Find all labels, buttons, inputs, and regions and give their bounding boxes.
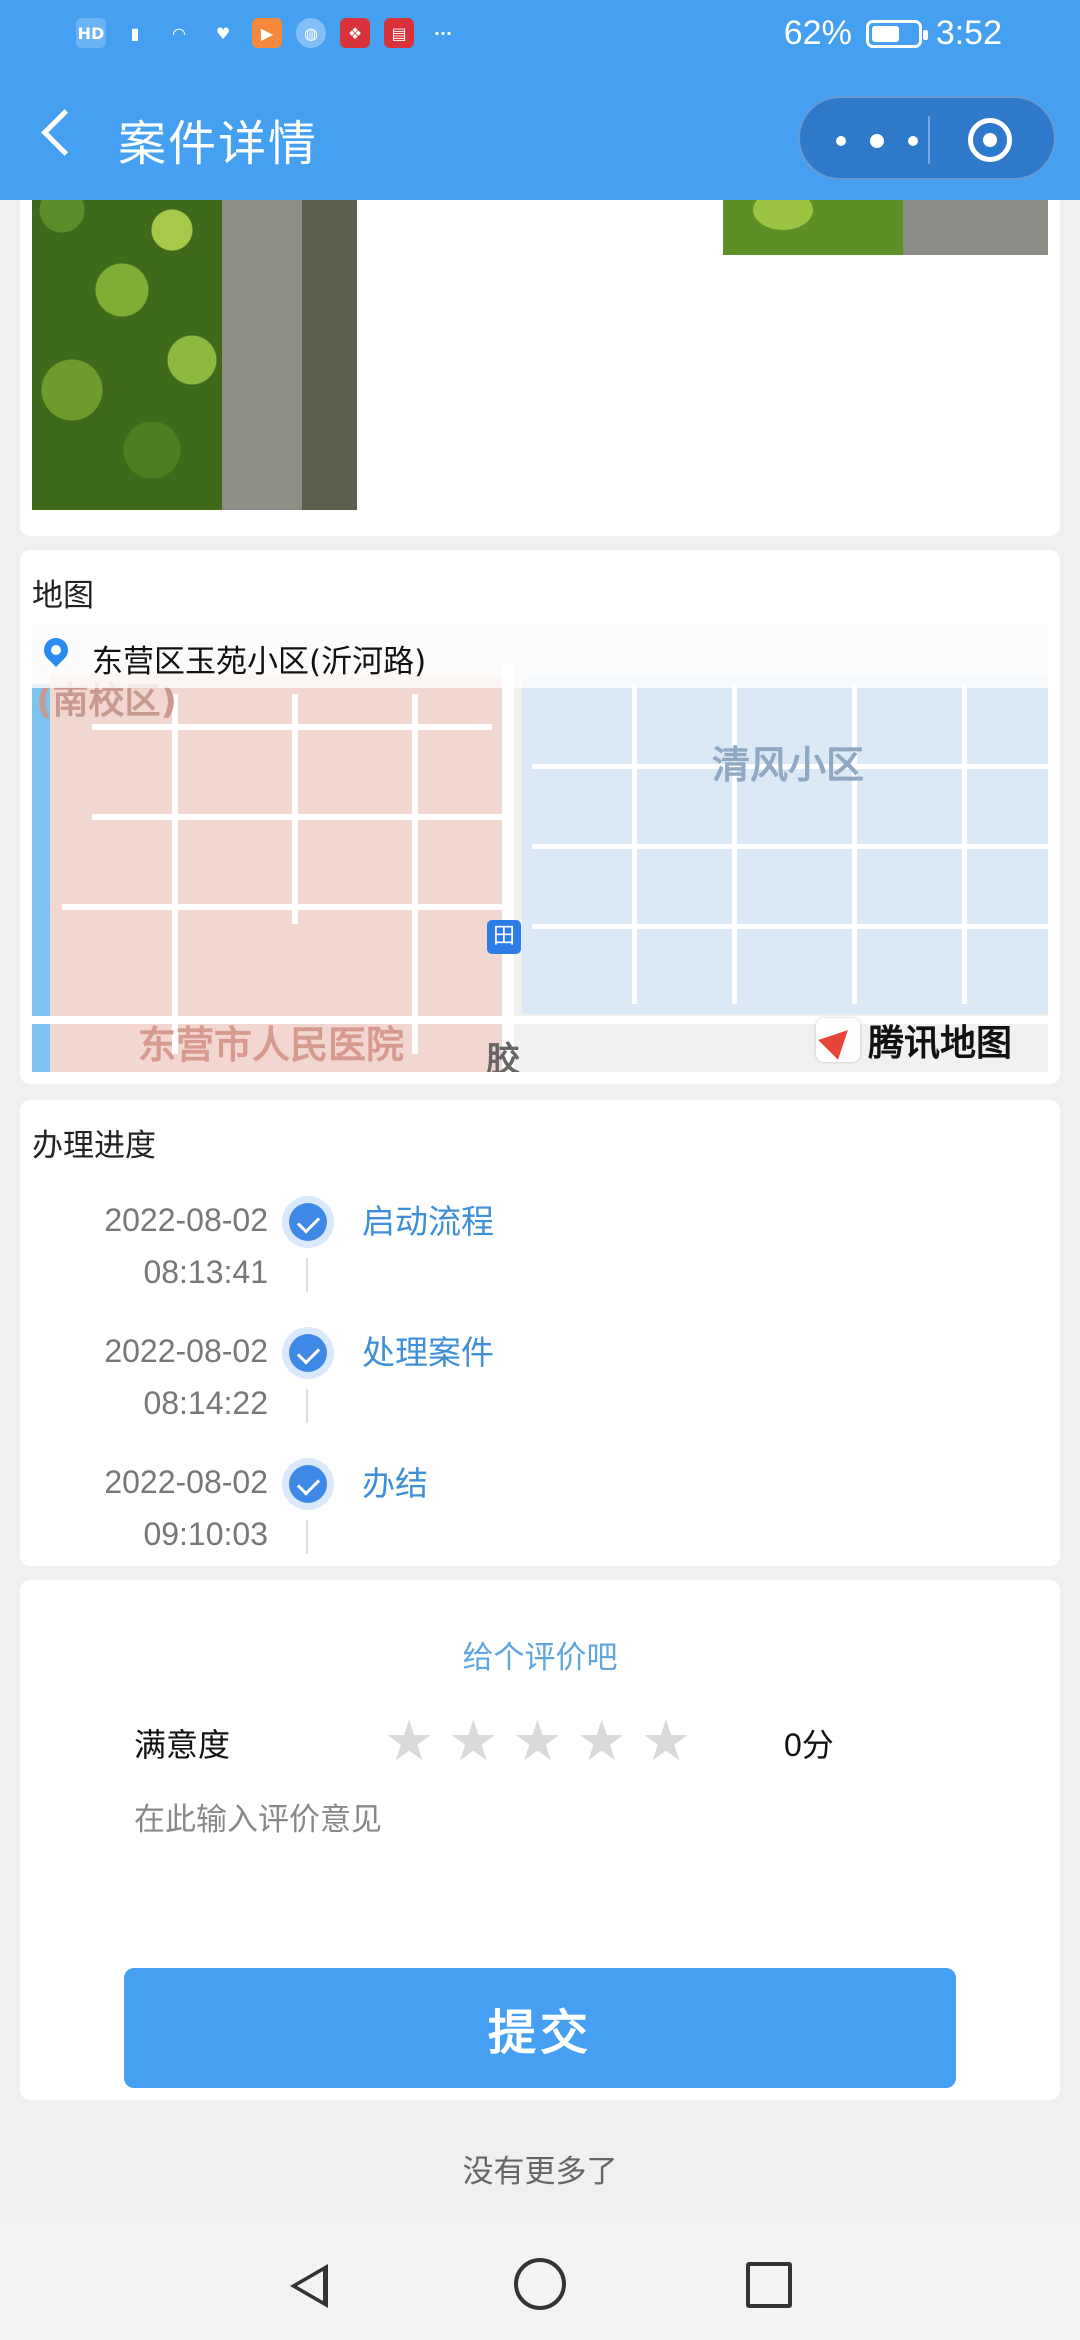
check-circle-icon	[282, 1196, 334, 1248]
globe-app-icon: ◍	[296, 18, 326, 48]
book-app-icon: ▤	[384, 18, 414, 48]
heart-icon: ♥	[215, 23, 231, 43]
timeline-connector	[306, 1520, 308, 1554]
check-circle-icon	[282, 1327, 334, 1379]
rating-title: 给个评价吧	[462, 1640, 618, 1676]
star-icon[interactable]: ★	[641, 1712, 691, 1772]
step-time: 08:13:41	[143, 1254, 268, 1290]
step-datetime: 2022-08-02 08:13:41	[44, 1194, 268, 1298]
photo-card	[20, 170, 1060, 536]
system-back-icon[interactable]	[284, 2258, 336, 2310]
map-provider-logo: 腾讯地图	[816, 1014, 1012, 1066]
hd-icon: HD	[76, 18, 106, 48]
clock: 3:52	[935, 14, 1002, 52]
wifi-icon: ◠	[172, 23, 186, 43]
map-label-road: 胶	[486, 1040, 520, 1072]
timeline-step: 2022-08-02 08:13:41 启动流程	[20, 1194, 1060, 1325]
map-address: 东营区玉苑小区(沂河路)	[92, 644, 427, 680]
target-circle-icon[interactable]	[968, 118, 1012, 162]
step-date: 2022-08-02	[104, 1464, 268, 1500]
case-photo-1[interactable]	[32, 170, 357, 510]
no-more-text: 没有更多了	[462, 2154, 618, 2190]
location-pin-icon	[42, 638, 70, 674]
step-date: 2022-08-02	[104, 1202, 268, 1238]
star-icon[interactable]: ★	[448, 1712, 498, 1772]
gift-app-icon: ❖	[340, 18, 370, 48]
system-recents-icon[interactable]	[746, 2262, 792, 2308]
signal-4g-icon: ▮	[130, 23, 140, 43]
rating-score: 0分	[784, 1727, 834, 1763]
comment-input[interactable]	[134, 1794, 954, 1904]
status-icons: HD ▮ ◠ ♥ ▶ ◍ ❖ ▤ ···	[76, 18, 458, 48]
satisfaction-row: 满意度 ★ ★ ★ ★ ★ 0分	[134, 1712, 954, 1772]
step-name: 处理案件	[362, 1333, 494, 1372]
step-datetime: 2022-08-02 08:14:22	[44, 1325, 268, 1429]
nav-bar: 案件详情	[0, 72, 1080, 200]
chevron-left-icon[interactable]	[30, 102, 90, 162]
step-name: 启动流程	[362, 1202, 494, 1241]
more-dots-icon: ···	[433, 23, 453, 43]
battery-percent: 62%	[783, 14, 852, 52]
map-river	[32, 684, 50, 1072]
more-dots-icon[interactable]	[836, 120, 922, 160]
app-header: HD ▮ ◠ ♥ ▶ ◍ ❖ ▤ ··· 62% 3:52 案件详情	[0, 0, 1080, 200]
battery-icon	[865, 19, 928, 48]
progress-timeline: 2022-08-02 08:13:41 启动流程 2022-08-02 08:1…	[20, 1194, 1060, 1587]
timeline-step: 2022-08-02 09:10:03 办结	[20, 1456, 1060, 1587]
map-provider-name: 腾讯地图	[868, 1023, 1013, 1064]
mini-program-capsule	[798, 96, 1056, 180]
bus-stop-icon: 田	[487, 920, 521, 954]
star-rating: ★ ★ ★ ★ ★	[384, 1712, 691, 1772]
step-time: 08:14:22	[143, 1385, 268, 1421]
rating-card: 给个评价吧 满意度 ★ ★ ★ ★ ★ 0分 提交	[20, 1580, 1060, 2100]
map-hospital-area	[50, 674, 510, 1072]
map-card: 地图 (南校区) 清风小区 东营市人民医院 胶 田 东营区玉苑小区(沂河路) 腾…	[20, 550, 1060, 1084]
system-nav-bar	[0, 2224, 1080, 2340]
step-name: 办结	[362, 1464, 428, 1503]
timeline-step: 2022-08-02 08:14:22 处理案件	[20, 1325, 1060, 1456]
step-time: 09:10:03	[143, 1516, 268, 1552]
step-date: 2022-08-02	[104, 1333, 268, 1369]
map-label-hospital: 东营市人民医院	[138, 1023, 405, 1067]
star-icon[interactable]: ★	[577, 1712, 627, 1772]
status-bar: HD ▮ ◠ ♥ ▶ ◍ ❖ ▤ ··· 62% 3:52	[0, 0, 1080, 72]
star-icon[interactable]: ★	[512, 1712, 562, 1772]
play-app-icon: ▶	[252, 18, 282, 48]
satisfaction-label: 满意度	[134, 1726, 231, 1764]
compass-icon	[816, 1018, 860, 1062]
timeline-connector	[306, 1258, 308, 1292]
star-icon[interactable]: ★	[384, 1712, 434, 1772]
progress-section-title: 办理进度	[32, 1128, 156, 1164]
submit-button[interactable]: 提交	[124, 1968, 956, 2088]
map-section-title: 地图	[32, 578, 94, 614]
map-address-bar: 东营区玉苑小区(沂河路)	[32, 624, 1048, 688]
map-label-community: 清风小区	[712, 743, 865, 787]
step-datetime: 2022-08-02 09:10:03	[44, 1456, 268, 1560]
system-home-icon[interactable]	[514, 2258, 566, 2310]
check-circle-icon	[282, 1458, 334, 1510]
battery-fill	[871, 25, 899, 42]
status-right: 62% 3:52	[784, 14, 1002, 53]
map-view[interactable]: (南校区) 清风小区 东营市人民医院 胶 田 东营区玉苑小区(沂河路) 腾讯地图	[32, 624, 1048, 1072]
page-title: 案件详情	[118, 116, 319, 172]
capsule-divider	[928, 116, 930, 164]
progress-card: 办理进度 2022-08-02 08:13:41 启动流程 2022-08-02…	[20, 1100, 1060, 1566]
timeline-connector	[306, 1389, 308, 1423]
